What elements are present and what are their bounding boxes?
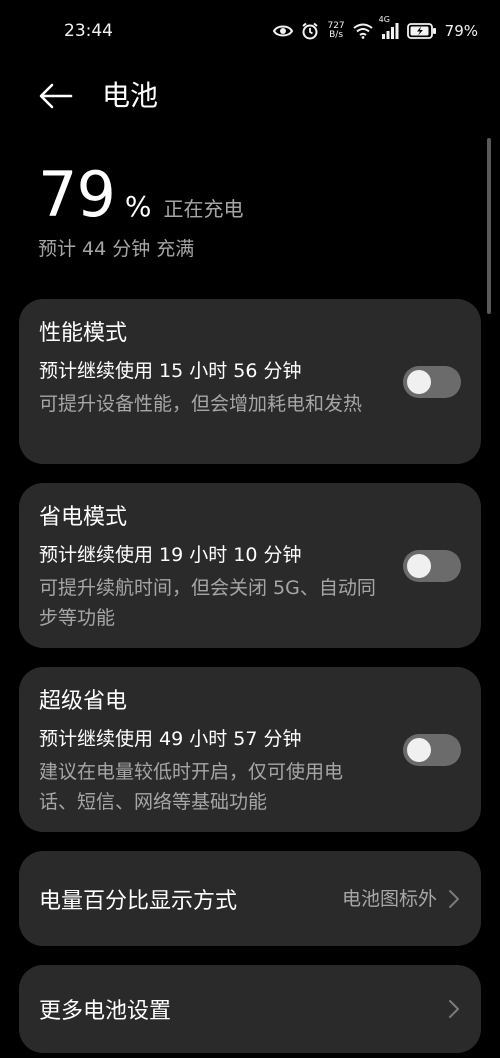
page-title: 电池 [102,79,159,112]
charging-status: 正在充电 [163,197,244,221]
status-icons: 727 B/s 4G 79% [273,15,478,40]
battery-percent-value: 79 [38,158,116,231]
toggle-knob [407,738,431,762]
battery-settings-screen: 23:44 727 B/s 4G 79% 电池 79 % 正在充电 预计 44 … [0,0,500,1058]
battery-icon [406,23,437,39]
percentage-display-label: 电量百分比显示方式 [39,888,238,914]
battery-percent-row: 79 % 正在充电 [38,160,458,230]
network-type: 4G [378,15,390,24]
performance-mode-toggle[interactable] [403,366,461,398]
eye-comfort-icon [273,24,294,38]
power-saving-mode-toggle[interactable] [403,550,461,582]
mode-description: 可提升设备性能，但会增加耗电和发热 [39,393,363,415]
mode-estimate: 预计继续使用 15 小时 56 分钟 [39,360,302,382]
ultra-power-saving-card[interactable]: 超级省电 预计继续使用 49 小时 57 分钟 建议在电量较低时开启，仅可使用电… [19,667,481,832]
toggle-knob [407,554,431,578]
battery-summary: 79 % 正在充电 预计 44 分钟 充满 [38,160,458,261]
mode-description: 可提升续航时间，但会关闭 5G、自动同步等功能 [39,577,376,629]
chevron-right-icon [447,888,461,910]
status-time: 23:44 [64,21,113,41]
back-arrow-icon [39,83,73,109]
alarm-icon [301,22,319,40]
network-speed-unit: B/s [329,30,344,40]
ultra-power-saving-toggle[interactable] [403,734,461,766]
more-battery-settings-row[interactable]: 更多电池设置 [19,965,481,1053]
status-bar: 23:44 727 B/s 4G 79% [0,0,500,62]
mode-estimate: 预计继续使用 49 小时 57 分钟 [39,728,302,750]
mode-title: 性能模式 [39,321,128,346]
mode-title: 省电模式 [39,505,128,530]
scroll-indicator[interactable] [487,138,491,314]
network-speed: 727 B/s [327,22,344,40]
mode-title: 超级省电 [39,689,128,714]
chevron-right-icon [447,998,461,1020]
mode-estimate: 预计继续使用 19 小时 10 分钟 [39,544,302,566]
power-saving-mode-card[interactable]: 省电模式 预计继续使用 19 小时 10 分钟 可提升续航时间，但会关闭 5G、… [19,483,481,648]
percentage-display-value: 电池图标外 [341,887,437,910]
more-battery-settings-label: 更多电池设置 [39,999,172,1024]
app-header: 电池 [0,62,500,130]
back-button[interactable] [34,76,78,116]
cellular-signal-icon: 4G [379,15,399,39]
percentage-display-row[interactable]: 电量百分比显示方式 电池图标外 [19,851,481,946]
battery-percent-sign: % [124,190,152,223]
status-battery-percent: 79% [444,22,478,40]
wifi-icon [353,23,373,39]
mode-description: 建议在电量较低时开启，仅可使用电话、短信、网络等基础功能 [39,761,344,813]
toggle-knob [407,370,431,394]
charge-eta: 预计 44 分钟 充满 [38,238,195,260]
performance-mode-card[interactable]: 性能模式 预计继续使用 15 小时 56 分钟 可提升设备性能，但会增加耗电和发… [19,299,481,464]
